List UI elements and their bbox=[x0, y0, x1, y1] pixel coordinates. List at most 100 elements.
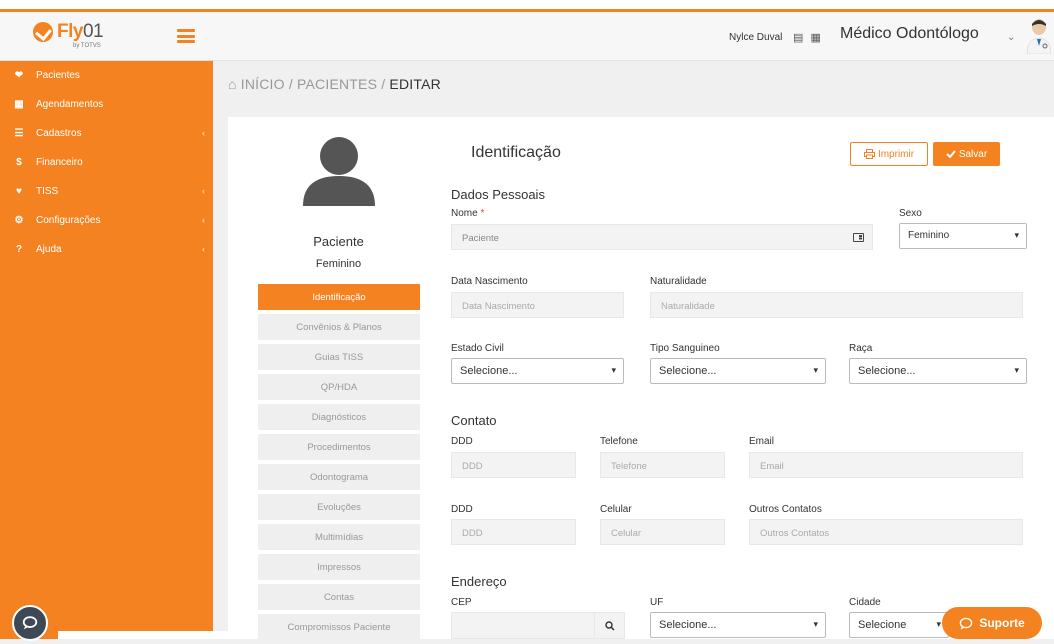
nome-label: Nome * bbox=[451, 208, 484, 219]
patient-avatar-icon bbox=[303, 134, 375, 206]
print-button[interactable]: Imprimir bbox=[850, 142, 928, 166]
section-personal: Dados Pessoais bbox=[451, 187, 545, 202]
cep-label: CEP bbox=[451, 597, 472, 608]
nascimento-input[interactable]: Data Nascimento bbox=[451, 292, 624, 318]
heartbeat-icon: ♥ bbox=[12, 186, 26, 197]
sexo-select[interactable]: Feminino bbox=[899, 223, 1027, 249]
sidebar-item-label: Financeiro bbox=[36, 157, 83, 168]
tab-3[interactable]: Guias TISS bbox=[258, 344, 420, 370]
sidebar: Fly01 by TOTVS ❤ Pacientes ▦ Agendamentos ☰ C… bbox=[0, 12, 213, 639]
tab-6[interactable]: Procedimentos bbox=[258, 434, 420, 460]
breadcrumb-current: EDITAR bbox=[389, 76, 441, 92]
celular-label: Celular bbox=[600, 504, 632, 515]
role-selector[interactable]: Médico Odontólogo bbox=[840, 25, 979, 43]
home-icon[interactable]: ⌂ bbox=[228, 76, 237, 92]
top-header: Nylce Duval ▤ ▦ Médico Odontólogo ⌄ bbox=[213, 12, 1054, 61]
patient-edit-card: Paciente Feminino Identificação Convênios… bbox=[228, 117, 1054, 639]
gear-icon: ⚙ bbox=[12, 215, 26, 226]
uf-label: UF bbox=[650, 597, 663, 608]
list-icon: ☰ bbox=[12, 128, 26, 139]
tab-12[interactable]: Compromissos Paciente bbox=[258, 614, 420, 640]
support-button[interactable]: Suporte bbox=[942, 607, 1042, 639]
raca-label: Raça bbox=[849, 343, 872, 354]
tipo-sanguineo-select[interactable]: Selecione... bbox=[650, 358, 826, 384]
breadcrumb-patients[interactable]: PACIENTES bbox=[297, 76, 377, 92]
tab-11[interactable]: Contas bbox=[258, 584, 420, 610]
tab-2[interactable]: Convênios & Planos bbox=[258, 314, 420, 340]
form-title: Identificação bbox=[471, 144, 561, 162]
view-toggle-icon[interactable]: ▤ ▦ bbox=[793, 31, 823, 44]
section-address: Endereço bbox=[451, 574, 507, 589]
sidebar-item-label: Pacientes bbox=[36, 70, 80, 81]
user-name[interactable]: Nylce Duval bbox=[729, 32, 782, 43]
ddd-input[interactable]: DDD bbox=[451, 452, 576, 478]
chat-bubble-icon bbox=[959, 617, 973, 630]
chevron-down-icon[interactable]: ⌄ bbox=[1007, 32, 1015, 43]
sidebar-item-label: TISS bbox=[36, 186, 58, 197]
top-strip bbox=[0, 0, 1054, 12]
telefone-input[interactable]: Telefone bbox=[600, 452, 725, 478]
sidebar-item-label: Cadastros bbox=[36, 128, 82, 139]
users-icon: ❤ bbox=[12, 70, 26, 81]
tipo-sanguineo-label: Tipo Sanguineo bbox=[650, 343, 720, 354]
naturalidade-input[interactable]: Naturalidade bbox=[650, 292, 1023, 318]
celular-input[interactable]: Celular bbox=[600, 519, 725, 545]
cep-search-button[interactable] bbox=[594, 612, 625, 639]
cidade-select[interactable]: Selecione bbox=[849, 612, 949, 638]
sidebar-item-label: Ajuda bbox=[36, 244, 62, 255]
tab-10[interactable]: Impressos bbox=[258, 554, 420, 580]
tab-7[interactable]: Odontograma bbox=[258, 464, 420, 490]
email-input[interactable]: Email bbox=[749, 452, 1023, 478]
sidebar-item-configura-es[interactable]: ⚙ Configurações ‹ bbox=[0, 206, 213, 235]
chevron-left-icon: ‹ bbox=[202, 244, 205, 254]
cidade-label: Cidade bbox=[849, 597, 881, 608]
breadcrumb-home[interactable]: INÍCIO bbox=[241, 76, 285, 92]
chat-icon[interactable] bbox=[12, 605, 48, 641]
telefone-label: Telefone bbox=[600, 436, 638, 447]
id-card-icon[interactable] bbox=[853, 233, 864, 242]
sidebar-menu: ❤ Pacientes ▦ Agendamentos ☰ Cadastros ‹ $Finan… bbox=[0, 61, 213, 264]
tab-9[interactable]: Multimídias bbox=[258, 524, 420, 550]
email-label: Email bbox=[749, 436, 774, 447]
fly01-logo-mark-icon bbox=[33, 22, 53, 42]
section-contact: Contato bbox=[451, 413, 497, 428]
uf-select[interactable]: Selecione... bbox=[650, 612, 826, 638]
menu-toggle-icon[interactable] bbox=[177, 29, 195, 43]
question-icon: ? bbox=[12, 244, 26, 255]
save-button[interactable]: Salvar bbox=[933, 142, 1000, 166]
sidebar-item-label: Configurações bbox=[36, 215, 100, 226]
ddd-celular-label: DDD bbox=[451, 504, 473, 515]
sidebar-item-label: Agendamentos bbox=[36, 99, 103, 110]
search-icon bbox=[605, 621, 615, 631]
tab-4[interactable]: QP/HDA bbox=[258, 374, 420, 400]
check-icon bbox=[946, 150, 956, 158]
nome-input[interactable]: Paciente bbox=[451, 224, 873, 250]
tab-1[interactable]: Identificação bbox=[258, 284, 420, 310]
sidebar-item-financeiro[interactable]: $Financeiro bbox=[0, 148, 213, 177]
estado-civil-select[interactable]: Selecione... bbox=[451, 358, 624, 384]
sidebar-item-cadastros[interactable]: ☰ Cadastros ‹ bbox=[0, 119, 213, 148]
outros-contatos-input[interactable]: Outros Contatos bbox=[749, 519, 1023, 545]
patient-tabs: Identificação Convênios & Planos Guias TIS… bbox=[258, 284, 420, 644]
ddd-label: DDD bbox=[451, 436, 473, 447]
chevron-left-icon: ‹ bbox=[202, 128, 205, 138]
sidebar-item-ajuda[interactable]: ? Ajuda ‹ bbox=[0, 235, 213, 264]
printer-icon bbox=[864, 149, 875, 159]
sidebar-item-tiss[interactable]: ♥TISS‹ bbox=[0, 177, 213, 206]
tab-5[interactable]: Diagnósticos bbox=[258, 404, 420, 430]
fly01-logo[interactable]: Fly01 by TOTVS bbox=[33, 21, 103, 43]
patient-name: Paciente bbox=[228, 234, 449, 249]
brand-bar: Fly01 by TOTVS bbox=[0, 12, 213, 61]
calendar-icon: ▦ bbox=[12, 99, 26, 110]
sidebar-item-pacientes[interactable]: ❤ Pacientes bbox=[0, 61, 213, 90]
chevron-left-icon: ‹ bbox=[202, 215, 205, 225]
sidebar-item-agendamentos[interactable]: ▦ Agendamentos bbox=[0, 90, 213, 119]
cep-input[interactable] bbox=[451, 612, 595, 639]
doctor-avatar[interactable] bbox=[1025, 18, 1053, 54]
outros-contatos-label: Outros Contatos bbox=[749, 504, 822, 515]
ddd-celular-input[interactable]: DDD bbox=[451, 519, 576, 545]
raca-select[interactable]: Selecione... bbox=[849, 358, 1027, 384]
breadcrumb: ⌂ INÍCIO / PACIENTES / EDITAR bbox=[228, 76, 441, 92]
tab-8[interactable]: Evoluções bbox=[258, 494, 420, 520]
estado-civil-label: Estado Civil bbox=[451, 343, 504, 354]
